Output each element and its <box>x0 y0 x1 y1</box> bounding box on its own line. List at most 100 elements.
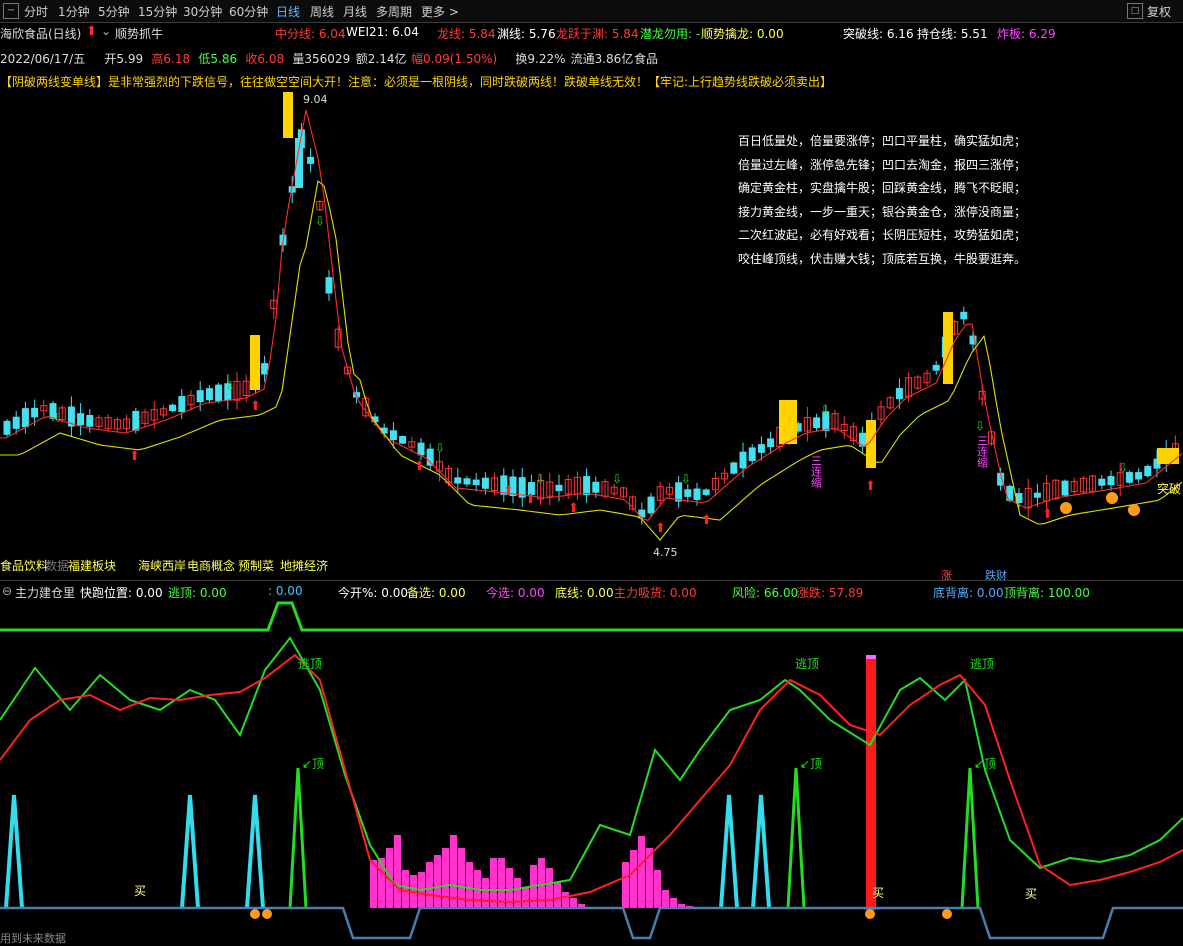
up-arrow-icon: ⬆ <box>503 484 514 499</box>
signal-icon <box>1060 502 1072 514</box>
tab-60min[interactable]: 60分钟 <box>229 3 268 20</box>
accumulation-bar <box>426 862 433 908</box>
indicator-field: 主力吸货: 0.00 <box>614 586 697 600</box>
accumulation-bar <box>434 855 441 908</box>
tab-1min[interactable]: 1分钟 <box>58 3 90 20</box>
top-label: ↙顶 <box>800 757 822 771</box>
accumulation-bar <box>622 862 629 908</box>
concept-tag[interactable]: 预制菜 <box>238 557 274 574</box>
candle-body <box>86 414 94 427</box>
candle-body <box>932 364 940 371</box>
candle-body <box>748 447 756 462</box>
candle-body <box>757 444 765 453</box>
accumulation-bar <box>570 898 577 908</box>
poem-line: 确定黄金柱，实盘擒牛股；回踩黄金线，腾飞不眨眼； <box>738 181 1027 195</box>
accumulation-bar <box>466 862 473 908</box>
accumulation-bar <box>670 898 677 908</box>
candle-body <box>307 156 315 164</box>
collapse-icon[interactable]: − <box>3 3 19 19</box>
tab-more[interactable]: 更多 > <box>421 3 459 20</box>
candle-body <box>31 407 39 418</box>
candle-body <box>132 410 140 431</box>
accumulation-bars <box>370 835 693 908</box>
tab-weekly[interactable]: 周线 <box>310 3 334 20</box>
accumulation-bar <box>402 870 409 908</box>
poem-line: 咬住峰顶线，伏击赚大钱；顶底若互换，牛股要逛奔。 <box>738 251 1027 266</box>
accumulation-bar <box>638 836 645 908</box>
panel-divider[interactable] <box>0 580 1183 581</box>
quote-field: 高6.18 <box>151 52 191 66</box>
risk-line-green <box>0 601 1183 632</box>
accumulation-bar <box>394 835 401 908</box>
concept-tag[interactable]: 海峡西岸 <box>138 557 186 574</box>
strategy-notice: 【阴破两线变单线】是非常强烈的下跌信号，往往做空空间大开！注意：必须是一根阴线，… <box>0 75 833 89</box>
poem-line: 百日低量处，倍量要涨停；凹口平量柱，确实猛如虎； <box>738 134 1027 148</box>
strategy-poem: 百日低量处，倍量要涨停；凹口平量柱，确实猛如虎； 倍量过左峰，涨停急先锋；凹口去… <box>738 130 1026 271</box>
poem-line: 二次红波起，必有好戏看；长阴压短柱，攻势猛如虎； <box>738 228 1027 242</box>
indicator-value: 龙线: 5.84 <box>437 27 496 41</box>
concept-tag[interactable]: 地摊经济 <box>280 557 328 574</box>
indicator-title[interactable]: 主力建仓里 <box>15 584 75 601</box>
concept-tag[interactable]: 食品饮料 <box>0 557 48 574</box>
candle-body <box>196 390 204 403</box>
down-arrow-icon: ⇩ <box>53 411 63 425</box>
down-arrow-icon: ⇩ <box>681 472 691 486</box>
accumulation-bar <box>630 850 637 908</box>
strategy-name[interactable]: 顺势抓牛 <box>115 25 163 42</box>
candle-body <box>647 496 655 514</box>
spike-green <box>288 767 308 909</box>
indicator-value: 突破线: 6.16 <box>843 27 914 41</box>
buy-label: 买 <box>1025 887 1037 901</box>
quote-field: 幅0.09(1.50%) <box>411 52 498 66</box>
candle-body <box>169 404 177 412</box>
collapse-icon[interactable]: ⊖ <box>2 584 12 598</box>
concept-tag[interactable]: 数据 <box>45 557 69 574</box>
up-arrow-icon: ⬆ <box>250 399 261 414</box>
poem-line: 倍量过左峰，涨停急先锋；凹口去淘金，报四三涨停； <box>738 157 1027 172</box>
indicator-header: 海欣食品(日线) ⬆ ⌄ 顺势抓牛 中分线: 6.04 WEI21: 6.04 … <box>0 23 1183 41</box>
accumulation-bar <box>662 890 669 908</box>
buy-label: 买 <box>134 884 146 898</box>
accumulation-bar <box>442 848 449 908</box>
quote-field: 2022/06/17/五 <box>0 52 86 66</box>
indicator-labels: 逃顶 逃顶 逃顶 ↙顶 ↙顶 ↙顶买 买 买 <box>134 657 1037 919</box>
tab-daily[interactable]: 日线 <box>276 3 300 20</box>
concept-tag[interactable]: 电商概念 <box>187 557 235 574</box>
accumulation-bar <box>654 870 661 908</box>
highlight-candle <box>779 400 797 444</box>
tab-multi-period[interactable]: 多周期 <box>376 3 412 20</box>
indicator-field: 顶背离: 100.00 <box>1004 586 1090 600</box>
spike-cyan <box>180 794 200 909</box>
candle-body <box>417 442 425 456</box>
big-red-bar-cap <box>866 655 876 659</box>
quote-field: 收6.08 <box>245 52 285 66</box>
tab-monthly[interactable]: 月线 <box>343 3 367 20</box>
tab-1min-time[interactable]: 分时 <box>24 3 48 20</box>
base-line-blue <box>0 906 1183 940</box>
indicator-value: 炸板: 6.29 <box>997 27 1056 41</box>
accumulation-bar <box>562 892 569 908</box>
candle-body <box>463 478 471 485</box>
chevron-down-icon[interactable]: ⌄ <box>101 24 111 38</box>
down-arrow-icon: ⇩ <box>435 441 445 455</box>
tab-30min[interactable]: 30分钟 <box>183 3 222 20</box>
indicator-chart[interactable]: 逃顶 逃顶 逃顶 ↙顶 ↙顶 ↙顶买 买 买 <box>0 600 1183 940</box>
candle-body <box>1135 472 1143 480</box>
signal-icon <box>1106 492 1118 504</box>
tab-15min[interactable]: 15分钟 <box>138 3 177 20</box>
tab-5min[interactable]: 5分钟 <box>98 3 130 20</box>
footer-note: 用到未来数据 <box>0 932 66 945</box>
restore-rights-button[interactable]: 复权 <box>1147 3 1171 20</box>
quote-field: 流通3.86亿 <box>570 52 634 66</box>
up-arrow-icon: ⬆ <box>568 501 579 516</box>
down-arrow-icon: ⇩ <box>975 419 985 433</box>
indicator-panel-header: ⊖ 主力建仓里 快跑位置: 0.00 逃顶: 0.00 : 0.00 今开%: … <box>0 583 1183 600</box>
toggle-box-icon[interactable]: □ <box>1127 3 1143 19</box>
spike-green <box>960 767 980 909</box>
signal-label: 三连缩 <box>976 435 989 469</box>
up-arrow-icon: ⬆ <box>129 449 140 464</box>
escape-top-label: 逃顶 <box>970 657 994 671</box>
accumulation-bar <box>514 878 521 908</box>
concept-tag[interactable]: 福建板块 <box>68 557 116 574</box>
signal-icon <box>262 909 272 919</box>
